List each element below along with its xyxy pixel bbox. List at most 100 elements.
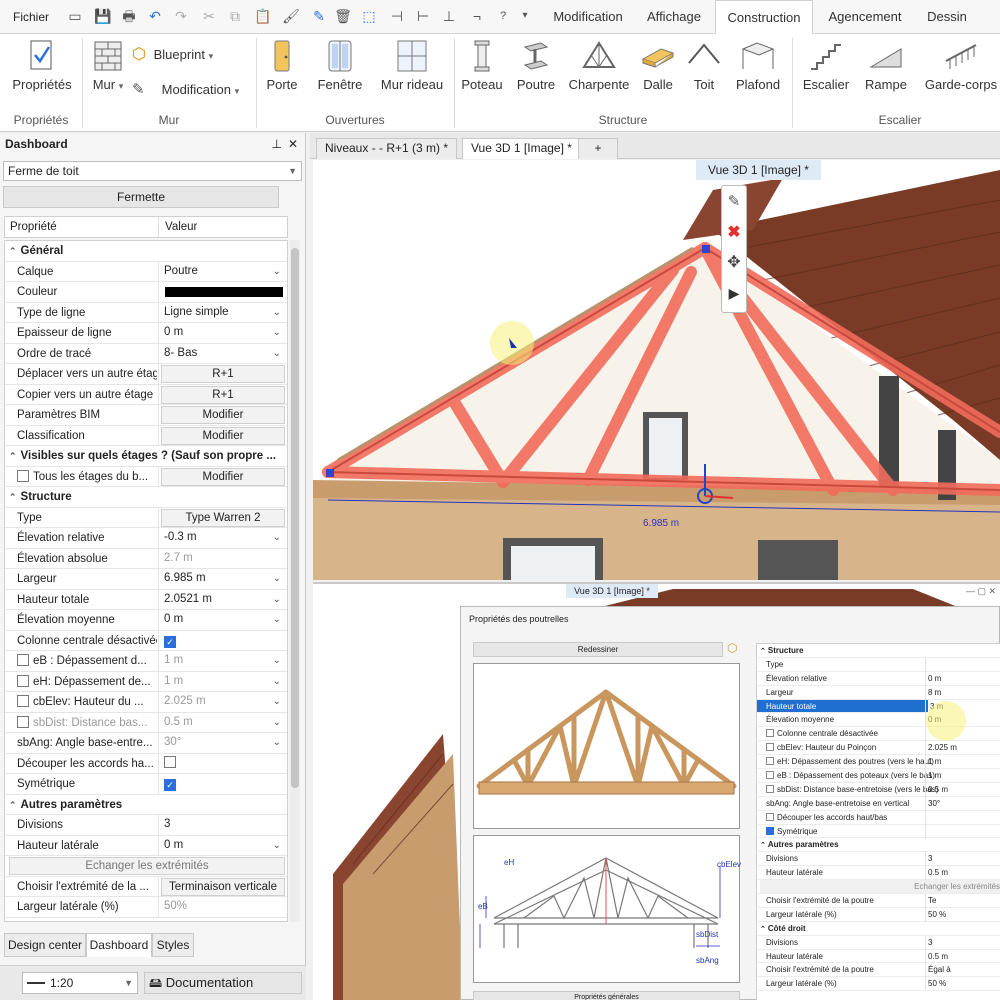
redraw-button[interactable]: Redessiner (473, 642, 723, 657)
dialog-property-row[interactable]: Hauteur latérale 0.5 m (757, 866, 1000, 881)
eyedropper-icon[interactable]: ✎ (310, 7, 328, 25)
tab-construction[interactable]: Construction (715, 0, 813, 35)
roof-button[interactable]: Toit (684, 39, 724, 92)
beam-button[interactable]: Poutre (512, 39, 560, 92)
unchecked-checkbox[interactable] (766, 784, 774, 793)
property-value[interactable]: 3 (161, 816, 285, 834)
print-icon[interactable]: 🖶 (120, 7, 138, 25)
checked-checkbox[interactable]: ✓ (164, 779, 176, 791)
property-value-select[interactable]: 0 m ⌄ (161, 836, 285, 855)
expand-arrow-icon[interactable]: ▶ (722, 278, 746, 308)
match-properties-icon[interactable]: 🖌 (282, 7, 300, 25)
object-type-select[interactable]: Ferme de toit ▼ (3, 161, 302, 181)
doc-tab-vue3d[interactable]: Vue 3D 1 [Image] * (462, 138, 581, 159)
property-value[interactable]: 50% (161, 898, 285, 916)
dialog-property-row[interactable]: Divisions 3 (757, 935, 1000, 950)
dialog-section[interactable]: ⌃ Côté droit (757, 922, 1000, 936)
property-value[interactable]: 0.5 m (928, 866, 948, 879)
unchecked-checkbox[interactable] (766, 812, 774, 821)
doc-tab-niveaux[interactable]: Niveaux - - R+1 (3 m) * (316, 138, 458, 159)
dialog-property-row[interactable]: Choisir l'extrémité de la poutre Te (757, 894, 1000, 909)
dialog-property-row[interactable]: sbAng: Angle base-entretoise en vertical… (757, 796, 1000, 811)
property-value-select[interactable]: 1 m ⌄ (161, 652, 285, 670)
collapse-chevron-icon[interactable]: ⌃ (9, 492, 17, 502)
paste-icon[interactable]: 📋 (254, 7, 272, 25)
property-value[interactable]: 0.5 m (928, 950, 948, 963)
lower-view-window-controls[interactable]: — ▢ ✕ (966, 586, 996, 597)
property-value-select[interactable]: 0 m ⌄ (161, 611, 285, 629)
pin-icon[interactable]: ⊥ (272, 133, 282, 155)
collapse-chevron-icon[interactable]: ⌃ (9, 800, 17, 810)
property-value-button[interactable]: R+1 (161, 385, 285, 404)
scrollbar-thumb[interactable] (291, 248, 299, 788)
slab-button[interactable]: Dalle (638, 39, 678, 92)
property-value-select[interactable]: 2.0521 m ⌄ (161, 590, 285, 609)
tab-design-center[interactable]: Design center (4, 933, 86, 957)
unchecked-checkbox[interactable] (766, 757, 774, 766)
general-properties-button[interactable]: Propriétés générales (473, 991, 740, 1000)
ceiling-button[interactable]: Plafond (732, 39, 784, 92)
wall-modification-button[interactable]: ✎ Modification ▾ (132, 80, 252, 98)
property-value[interactable]: Te (928, 894, 936, 907)
property-value-button[interactable]: Modifier (161, 467, 285, 486)
property-value[interactable]: 30° (928, 797, 940, 810)
view-title-tab[interactable]: Vue 3D 1 [Image] * (696, 160, 821, 180)
property-value-select[interactable]: 0 m ⌄ (161, 324, 285, 342)
documentation-button[interactable]: 🖴 Documentation (144, 972, 302, 994)
property-value-select[interactable]: 0.5 m ⌄ (161, 713, 285, 732)
help-icon[interactable]: ? (494, 7, 512, 25)
checked-checkbox[interactable] (766, 826, 774, 835)
dialog-property-row[interactable]: Hauteur latérale 0.5 m (757, 949, 1000, 964)
property-value[interactable]: 0 m (928, 672, 941, 685)
collapse-chevron-icon[interactable]: ⌃ (9, 451, 17, 461)
swap-ends-button[interactable]: Echanger les extrémités (760, 880, 1000, 894)
tab-agencement[interactable]: Agencement (818, 0, 912, 34)
unchecked-checkbox[interactable] (766, 729, 774, 738)
column-button[interactable]: Poteau (460, 39, 504, 92)
properties-button[interactable]: Propriétés (10, 39, 74, 92)
unchecked-checkbox[interactable] (766, 771, 774, 780)
dialog-property-row[interactable]: sbDist: Distance base-entretoise (vers l… (757, 782, 1000, 797)
3d-viewport[interactable]: 6.985 m Vue 3D 1 [Image] * ✎ ✖ ✥ ▶ (313, 160, 1000, 580)
collapse-chevron-icon[interactable]: ⌃ (760, 648, 766, 655)
color-swatch[interactable] (165, 287, 283, 297)
dialog-property-row[interactable]: Choisir l'extrémité de la poutre Égal à (757, 963, 1000, 978)
dialog-property-row[interactable]: Echanger les extrémités (757, 880, 1000, 895)
unchecked-checkbox[interactable] (766, 743, 774, 752)
tab-affichage[interactable]: Affichage (638, 0, 710, 34)
dialog-property-row[interactable]: Symétrique (757, 824, 1000, 839)
fermette-button[interactable]: Fermette (3, 186, 279, 208)
row-checkbox[interactable] (17, 469, 29, 482)
blueprint-button[interactable]: ⬡ Blueprint ▾ (132, 44, 242, 64)
scale-select[interactable]: 1:20 ▼ (22, 972, 138, 994)
lower-view-title[interactable]: Vue 3D 1 [Image] * (566, 584, 658, 598)
property-section[interactable]: ⌃ Structure (5, 487, 287, 508)
tab-modification[interactable]: Modification (538, 0, 638, 34)
dialog-section[interactable]: ⌃ Autres paramètres (757, 838, 1000, 853)
property-value[interactable]: Égal à (928, 963, 951, 976)
copy-icon[interactable]: ⧉ (226, 7, 244, 25)
cut-icon[interactable]: ✂ (200, 7, 218, 25)
collapse-chevron-icon[interactable]: ⌃ (760, 926, 766, 933)
property-value-checkbox[interactable]: ✓ (161, 775, 285, 793)
dialog-property-row[interactable]: Largeur latérale (%) 50 % (757, 977, 1000, 992)
dialog-property-row[interactable]: Élevation relative 0 m (757, 671, 1000, 686)
wall-button[interactable]: Mur ▾ (88, 39, 128, 92)
property-value[interactable]: 3 (928, 852, 932, 865)
more-dropdown-icon[interactable]: ▾ (516, 7, 534, 25)
extend-icon[interactable]: ⊢ (414, 7, 432, 25)
add-tab-button[interactable]: + (578, 138, 618, 159)
property-value[interactable]: 2.7 m (161, 550, 285, 568)
property-value[interactable]: 8 m (928, 686, 941, 699)
property-value[interactable]: 50 % (928, 977, 946, 990)
corner-icon[interactable]: ¬ (468, 7, 486, 25)
tab-dashboard[interactable]: Dashboard (86, 933, 152, 957)
delete-x-icon[interactable]: ✖ (722, 218, 746, 248)
trim-icon[interactable]: ⊣ (388, 7, 406, 25)
tab-dessin[interactable]: Dessin (914, 0, 980, 34)
window-button[interactable]: Fenêtre (312, 39, 368, 92)
collapse-chevron-icon[interactable]: ⌃ (9, 246, 17, 256)
property-value[interactable]: 2.025 m (928, 741, 957, 754)
property-value-select[interactable]: 6.985 m ⌄ (161, 570, 285, 588)
dialog-property-row[interactable]: Largeur 8 m (757, 685, 1000, 700)
